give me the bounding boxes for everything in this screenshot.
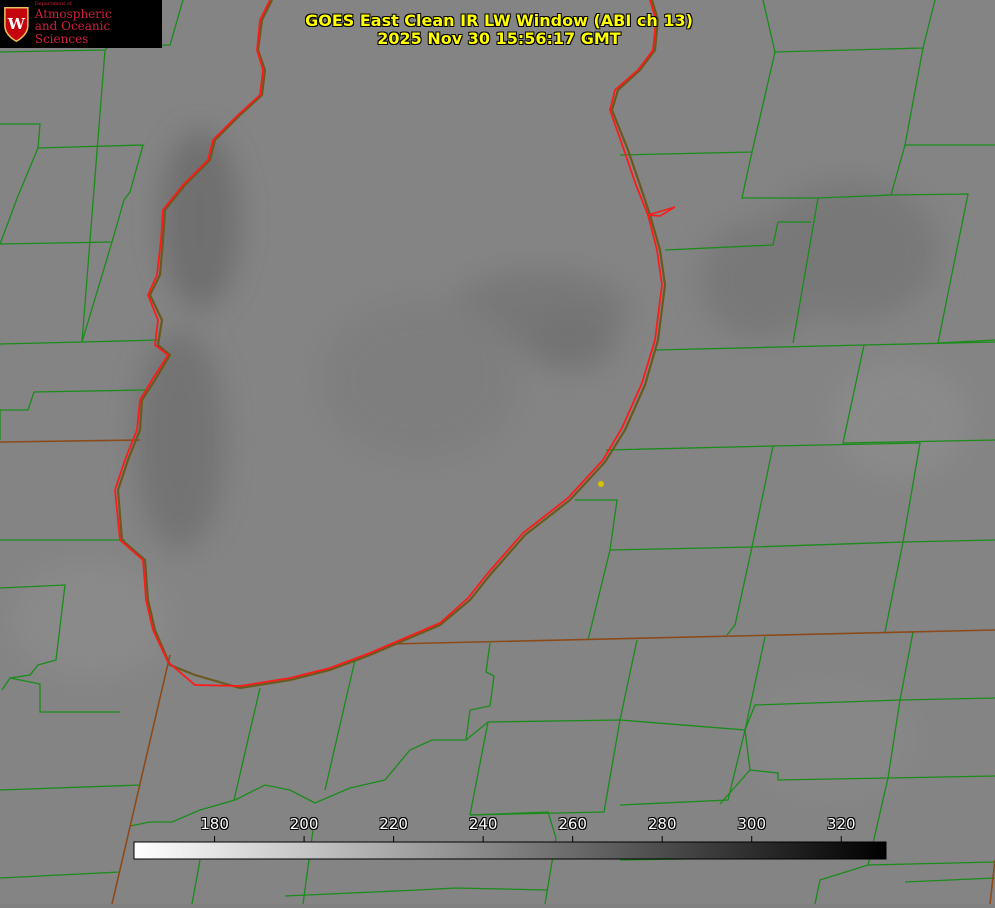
svg-text:W: W bbox=[7, 15, 26, 33]
colorbar-tick-label: 300 bbox=[737, 815, 767, 833]
uw-seal-icon: W bbox=[4, 6, 29, 43]
colorbar-tick-label: 320 bbox=[826, 815, 856, 833]
image-title: GOES East Clean IR LW Window (ABI ch 13)… bbox=[300, 12, 698, 48]
colorbar-tick-label: 180 bbox=[200, 815, 229, 833]
colorbar-tick-label: 220 bbox=[379, 815, 408, 833]
logo-line-2: and Oceanic Sciences bbox=[34, 19, 111, 46]
colorbar bbox=[133, 841, 887, 860]
colorbar-tick-label: 200 bbox=[289, 815, 319, 833]
colorbar-tick-label: 240 bbox=[468, 815, 498, 833]
title-product: GOES East Clean IR LW Window (ABI ch 13) bbox=[305, 11, 693, 30]
map-canvas bbox=[0, 0, 995, 905]
satellite-map[interactable]: 180 200 220 240 260 280 300 320 W Department of… bbox=[0, 0, 995, 905]
station-marker[interactable] bbox=[598, 481, 604, 487]
title-timestamp: 2025 Nov 30 15:56:17 GMT bbox=[377, 29, 621, 48]
colorbar-tick-label: 260 bbox=[558, 815, 587, 833]
colorbar-tick-label: 280 bbox=[647, 815, 677, 833]
logo[interactable]: W Department of Atmospheric and Oceanic … bbox=[0, 0, 162, 48]
